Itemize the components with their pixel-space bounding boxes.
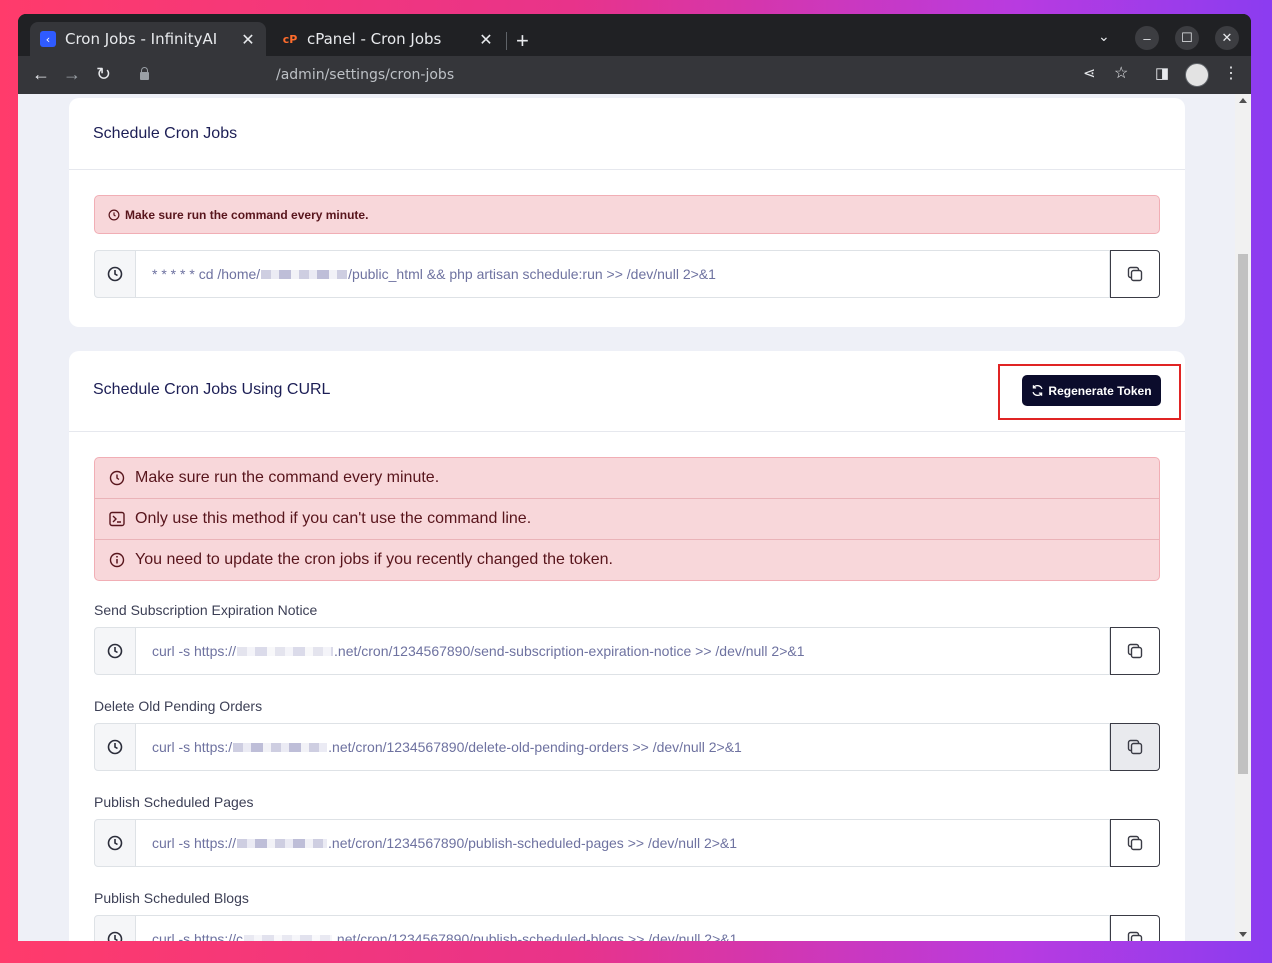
copy-icon bbox=[1127, 643, 1143, 659]
job-label: Send Subscription Expiration Notice bbox=[94, 602, 318, 618]
copy-button[interactable] bbox=[1110, 723, 1160, 771]
job-command-group: curl -s https://c .net/cron/1234567890/p… bbox=[94, 915, 1160, 941]
clock-icon bbox=[94, 915, 136, 941]
job-label: Delete Old Pending Orders bbox=[94, 698, 263, 714]
copy-icon bbox=[1127, 266, 1143, 282]
clock-icon bbox=[109, 470, 125, 486]
copy-button[interactable] bbox=[1110, 627, 1160, 675]
alert-row: Make sure run the command every minute. bbox=[95, 196, 1159, 233]
lock-icon-body bbox=[140, 72, 149, 80]
curl-alerts: Make sure run the command every minute. … bbox=[94, 457, 1160, 581]
back-arrow-icon[interactable]: ← bbox=[32, 64, 50, 84]
job-command-group: curl -s https:/ .net/cron/1234567890/del… bbox=[94, 723, 1160, 771]
copy-icon bbox=[1127, 739, 1143, 755]
url-text: /admin/settings/cron-jobs bbox=[276, 67, 455, 83]
alert-row: Only use this method if you can't use th… bbox=[95, 498, 1159, 539]
tab-separator bbox=[506, 32, 507, 50]
card-header: Schedule Cron Jobs bbox=[69, 98, 1185, 170]
redacted-path bbox=[261, 269, 348, 279]
command-prefix: curl -s https:// bbox=[152, 643, 237, 659]
maximize-button[interactable]: ☐ bbox=[1175, 26, 1199, 50]
bookmark-star-icon[interactable]: ☆ bbox=[1114, 64, 1128, 84]
annotation-highlight-box bbox=[998, 364, 1181, 420]
clock-icon bbox=[108, 209, 120, 221]
command-suffix: .net/cron/1234567890/publish-scheduled-b… bbox=[333, 931, 738, 941]
cpanel-favicon-icon: cP bbox=[282, 32, 298, 46]
tab-search-chevron-icon[interactable]: ⌄ bbox=[1098, 28, 1110, 45]
reload-icon[interactable]: ↻ bbox=[96, 64, 111, 84]
command-suffix: .net/cron/1234567890/send-subscription-e… bbox=[334, 643, 805, 659]
clock-icon bbox=[94, 250, 136, 298]
alert-row: You need to update the cron jobs if you … bbox=[95, 539, 1159, 580]
tab-cpanel-cron-jobs[interactable]: cP cPanel - Cron Jobs ✕ bbox=[272, 22, 504, 56]
forward-arrow-icon[interactable]: → bbox=[63, 64, 81, 84]
cron-jobs-card: Schedule Cron Jobs Make sure run the com… bbox=[69, 98, 1185, 327]
tab-title: cPanel - Cron Jobs bbox=[307, 30, 442, 48]
redacted-domain bbox=[237, 646, 334, 656]
minimize-button[interactable]: – bbox=[1135, 26, 1159, 50]
cron-command-field[interactable]: * * * * * cd /home/ /public_html && php … bbox=[136, 250, 1110, 298]
command-prefix: curl -s https:// bbox=[152, 835, 237, 851]
alert-row: Make sure run the command every minute. bbox=[95, 458, 1159, 498]
job-command-field[interactable]: curl -s https://c .net/cron/1234567890/p… bbox=[136, 915, 1110, 941]
browser-toolbar: ← → ↻ /admin/settings/cron-jobs ⋖ ☆ ◨ ⋮ bbox=[18, 56, 1251, 94]
browser-window: ‹ Cron Jobs - InfinityAI ✕ cP cPanel - C… bbox=[18, 14, 1251, 941]
scroll-thumb[interactable] bbox=[1238, 254, 1248, 774]
redacted-domain bbox=[237, 838, 328, 848]
command-prefix: curl -s https://c bbox=[152, 931, 244, 941]
clock-icon bbox=[94, 627, 136, 675]
menu-kebab-icon[interactable]: ⋮ bbox=[1223, 64, 1239, 84]
curl-cron-jobs-card: Schedule Cron Jobs Using CURL Regenerate… bbox=[69, 351, 1185, 941]
job-command-field[interactable]: curl -s https:// .net/cron/1234567890/pu… bbox=[136, 819, 1110, 867]
profile-avatar[interactable] bbox=[1185, 63, 1209, 87]
command-prefix: * * * * * cd /home/ bbox=[152, 266, 261, 282]
job-command-field[interactable]: curl -s https:// .net/cron/1234567890/se… bbox=[136, 627, 1110, 675]
alert-text: Make sure run the command every minute. bbox=[135, 469, 440, 486]
card-title: Schedule Cron Jobs Using CURL bbox=[93, 381, 331, 398]
copy-icon bbox=[1127, 931, 1143, 941]
cron-alert: Make sure run the command every minute. bbox=[94, 195, 1160, 234]
command-suffix: /public_html && php artisan schedule:run… bbox=[348, 266, 716, 282]
card-title: Schedule Cron Jobs bbox=[93, 125, 238, 142]
share-icon[interactable]: ⋖ bbox=[1083, 64, 1096, 84]
alert-text: Only use this method if you can't use th… bbox=[135, 510, 532, 527]
close-tab-icon[interactable]: ✕ bbox=[238, 30, 258, 49]
clock-icon bbox=[94, 723, 136, 771]
redacted-domain bbox=[233, 742, 328, 752]
close-window-button[interactable]: ✕ bbox=[1215, 26, 1239, 50]
job-label: Publish Scheduled Pages bbox=[94, 794, 254, 810]
clock-icon bbox=[94, 819, 136, 867]
new-tab-button[interactable]: + bbox=[516, 28, 529, 54]
copy-button[interactable] bbox=[1110, 819, 1160, 867]
terminal-icon bbox=[109, 511, 125, 527]
side-panel-icon[interactable]: ◨ bbox=[1155, 64, 1169, 84]
tab-cron-jobs-infinityai[interactable]: ‹ Cron Jobs - InfinityAI ✕ bbox=[30, 22, 266, 56]
command-prefix: curl -s https:/ bbox=[152, 739, 233, 755]
copy-icon bbox=[1127, 835, 1143, 851]
tab-title: Cron Jobs - InfinityAI bbox=[65, 30, 218, 48]
job-command-group: curl -s https:// .net/cron/1234567890/pu… bbox=[94, 819, 1160, 867]
redacted-domain bbox=[244, 934, 333, 941]
scroll-down-arrow-icon[interactable] bbox=[1239, 932, 1247, 937]
infinityai-favicon-icon: ‹ bbox=[40, 31, 56, 47]
close-tab-icon[interactable]: ✕ bbox=[476, 30, 496, 49]
tab-strip: ‹ Cron Jobs - InfinityAI ✕ cP cPanel - C… bbox=[18, 14, 1251, 56]
job-label: Publish Scheduled Blogs bbox=[94, 890, 249, 906]
info-icon bbox=[109, 552, 125, 568]
page-content: Schedule Cron Jobs Make sure run the com… bbox=[18, 94, 1235, 941]
job-command-group: curl -s https:// .net/cron/1234567890/se… bbox=[94, 627, 1160, 675]
copy-button[interactable] bbox=[1110, 250, 1160, 298]
scroll-up-arrow-icon[interactable] bbox=[1239, 98, 1247, 103]
command-suffix: .net/cron/1234567890/publish-scheduled-p… bbox=[328, 835, 738, 851]
command-suffix: .net/cron/1234567890/delete-old-pending-… bbox=[328, 739, 742, 755]
job-command-field[interactable]: curl -s https:/ .net/cron/1234567890/del… bbox=[136, 723, 1110, 771]
cron-command-group: * * * * * cd /home/ /public_html && php … bbox=[94, 250, 1160, 298]
page-scrollbar[interactable] bbox=[1235, 94, 1251, 941]
copy-button[interactable] bbox=[1110, 915, 1160, 941]
alert-text: Make sure run the command every minute. bbox=[125, 207, 369, 222]
address-bar[interactable]: /admin/settings/cron-jobs bbox=[130, 60, 1130, 90]
alert-text: You need to update the cron jobs if you … bbox=[135, 551, 613, 568]
